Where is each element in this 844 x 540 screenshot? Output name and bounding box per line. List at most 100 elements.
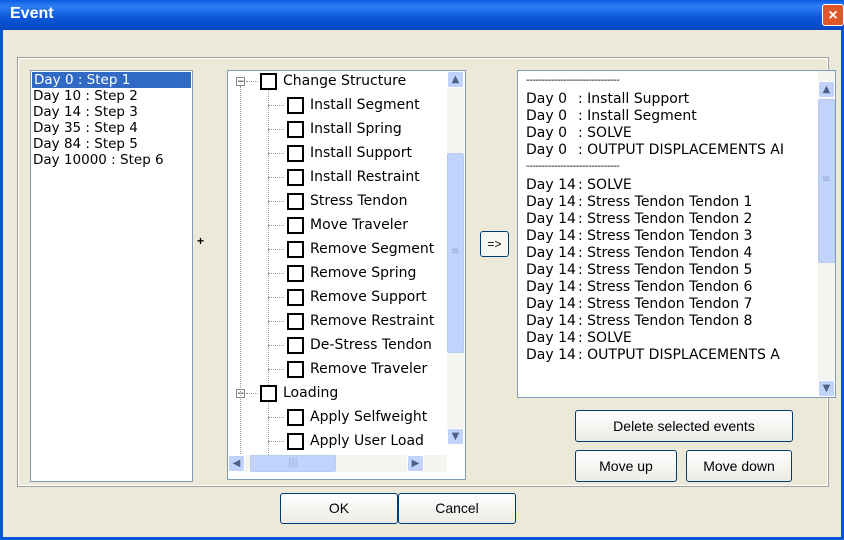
step-list-item[interactable]: Day 14 : Step 3 [31,104,192,120]
event-line-item[interactable]: Day 14: Stress Tendon Tendon 8 [526,313,752,329]
group-checkbox[interactable] [260,385,277,402]
collapse-icon[interactable]: − [236,77,245,87]
event-line-item[interactable]: Day 14: Stress Tendon Tendon 6 [526,279,752,295]
tree-horizontal-scrollbar[interactable]: ◀ ||| ▶ [228,455,447,472]
item-checkbox[interactable] [287,337,304,354]
event-type-tree[interactable]: − Change Structure Install Segment Install … [227,70,466,480]
item-checkbox[interactable] [287,145,304,162]
event-line-item[interactable]: Day 14: OUTPUT DISPLACEMENTS A [526,347,780,363]
close-button[interactable]: × [822,4,844,26]
delete-selected-events-button[interactable]: Delete selected events [575,410,793,442]
step-list-item[interactable]: Day 10 : Step 2 [31,88,192,104]
tree-vscroll-thumb[interactable]: ≡ [447,153,464,353]
cancel-button[interactable]: Cancel [398,493,516,524]
item-checkbox[interactable] [287,193,304,210]
scroll-down-icon[interactable]: ▼ [447,428,464,445]
item-checkbox[interactable] [287,121,304,138]
event-line-item[interactable]: Day 14: Stress Tendon Tendon 5 [526,262,752,278]
title-bar[interactable]: Event × [0,0,844,30]
item-checkbox[interactable] [287,169,304,186]
tree-item-label[interactable]: Install Spring [310,121,402,138]
tree-item-label[interactable]: Apply Selfweight [310,409,427,426]
steps-list[interactable]: Day 0 : Step 1 Day 10 : Step 2 Day 14 : St… [30,70,193,482]
event-line-item[interactable]: Day 0: SOLVE [526,125,632,141]
event-description: : Install Segment [578,108,697,124]
item-checkbox[interactable] [287,361,304,378]
tree-item-label[interactable]: De-Stress Tendon [310,337,432,354]
ok-button[interactable]: OK [280,493,398,524]
item-checkbox[interactable] [287,433,304,450]
tree-item-label[interactable]: Apply User Load [310,433,424,450]
event-line-item[interactable]: Day 14: Stress Tendon Tendon 4 [526,245,752,261]
event-description: : SOLVE [578,177,632,193]
event-line-item[interactable]: Day 14: SOLVE [526,177,632,193]
item-checkbox[interactable] [287,313,304,330]
event-day: Day 14 [526,347,576,363]
event-line-item[interactable]: Day 14: Stress Tendon Tendon 7 [526,296,752,312]
tree-item-label[interactable]: Remove Support [310,289,427,306]
tree-item-label[interactable]: Install Segment [310,97,420,114]
event-line-item[interactable]: Day 0: Install Segment [526,108,697,124]
window-frame-left [0,30,3,540]
tree-item-label[interactable]: Remove Restraint [310,313,434,330]
tree-group-label[interactable]: Change Structure [283,73,406,90]
tree-item-label[interactable]: Remove Traveler [310,361,427,378]
group-checkbox[interactable] [260,73,277,90]
event-day: Day 0 [526,91,568,107]
item-checkbox[interactable] [287,409,304,426]
event-line-item[interactable]: Day 0 : OUTPUT DISPLACEMENTS AI [526,142,784,158]
tree-item-label[interactable]: Remove Segment [310,241,434,258]
event-day: Day 0 [526,142,568,158]
tree-connector [268,90,269,385]
events-vertical-scrollbar[interactable]: ▲ ≡ ▼ [818,71,835,397]
move-down-button[interactable]: Move down [686,450,792,482]
item-checkbox[interactable] [287,265,304,282]
tree-item-label[interactable]: Stress Tendon [310,193,407,210]
tree-item-label[interactable]: Install Support [310,145,412,162]
item-checkbox[interactable] [287,241,304,258]
item-checkbox[interactable] [287,97,304,114]
tree-connector [268,417,284,418]
scroll-left-icon[interactable]: ◀ [228,455,245,472]
scroll-right-icon[interactable]: ▶ [407,455,424,472]
event-line-item[interactable]: Day 14: Stress Tendon Tendon 3 [526,228,752,244]
event-line-item[interactable]: Day 0: Install Support [526,91,689,107]
tree-item-label[interactable]: Move Traveler [310,217,408,234]
step-list-item[interactable]: Day 10000 : Step 6 [31,152,192,168]
tree-connector [268,105,284,106]
event-line-item[interactable]: Day 14: SOLVE [526,330,632,346]
event-line-item[interactable]: Day 14: Stress Tendon Tendon 2 [526,211,752,227]
tree-item-label[interactable]: Remove Spring [310,265,416,282]
event-description: : Stress Tendon Tendon 1 [578,194,753,210]
event-day: Day 14 [526,330,576,346]
item-checkbox[interactable] [287,217,304,234]
tree-group-label[interactable]: Loading [283,385,338,402]
step-list-item[interactable]: Day 35 : Step 4 [31,120,192,136]
event-description: : OUTPUT DISPLACEMENTS A [578,347,780,363]
step-list-item[interactable]: Day 0 : Step 1 [32,72,191,88]
event-line-item[interactable]: Day 14: Stress Tendon Tendon 1 [526,194,752,210]
event-description: : Stress Tendon Tendon 2 [578,211,753,227]
tree-connector [268,249,284,250]
tree-item-label[interactable]: Install Restraint [310,169,420,186]
event-day: Day 14 [526,279,576,295]
events-list[interactable]: ------------------------------ Day 0: Ins… [517,70,836,398]
scroll-up-icon[interactable]: ▲ [447,71,464,88]
event-day: Day 14 [526,313,576,329]
events-vscroll-thumb[interactable]: ≡ [818,99,835,263]
event-separator[interactable]: ------------------------------ [526,73,620,89]
tree-connector [268,201,284,202]
event-description: : Stress Tendon Tendon 8 [578,313,753,329]
add-event-button[interactable]: => [480,231,509,257]
item-checkbox[interactable] [287,289,304,306]
scroll-down-icon[interactable]: ▼ [818,380,835,397]
scroll-up-icon[interactable]: ▲ [818,81,835,98]
event-separator[interactable]: ------------------------------ [526,159,620,175]
event-description: : OUTPUT DISPLACEMENTS AI [578,142,784,158]
tree-hscroll-thumb[interactable]: ||| [250,455,336,472]
move-up-button[interactable]: Move up [575,450,677,482]
event-day: Day 14 [526,245,576,261]
step-list-item[interactable]: Day 84 : Step 5 [31,136,192,152]
event-description: : Stress Tendon Tendon 5 [578,262,753,278]
tree-vertical-scrollbar[interactable]: ▲ ≡ ▼ [447,71,464,445]
